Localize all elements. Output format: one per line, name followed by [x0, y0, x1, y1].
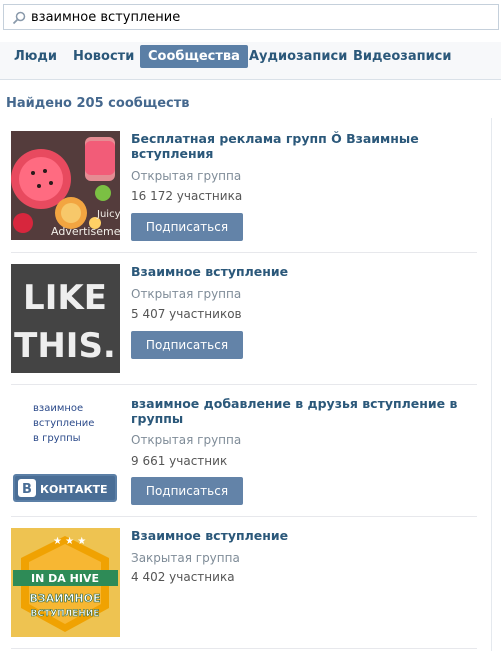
group-title[interactable]: Бесплатная реклама групп Ǒ Взаимные всту…: [131, 131, 471, 161]
group-members: 9 661 участник: [131, 454, 228, 468]
search-icon: [12, 11, 26, 25]
group-avatar[interactable]: LIKE THIS.: [11, 264, 120, 373]
vk-logo-letter: В: [22, 482, 32, 497]
thumb-text-line2: вступление: [33, 418, 94, 429]
thumb-text-vzaimnoe: ВЗАИМНОЕ: [30, 592, 101, 605]
group-type: Открытая группа: [131, 287, 242, 301]
thumb-text-like: LIKE: [23, 278, 107, 318]
group-avatar[interactable]: взаимное вступление в группы В КОНТАКТЕ: [11, 396, 120, 505]
thumb-text-advertisement: Advertisement: [51, 225, 120, 238]
list-item: взаимное вступление в группы В КОНТАКТЕ …: [11, 396, 477, 508]
scrollbar-track[interactable]: [491, 118, 492, 651]
results-count: Найдено 205 сообществ: [6, 96, 190, 111]
group-title[interactable]: Взаимное вступление: [131, 264, 471, 279]
list-item: ★ ★ ★ IN DA HIVE ВЗАИМНОЕ ВСТУПЛЕНИЕ Вза…: [11, 528, 477, 640]
subscribe-button[interactable]: Подписаться: [131, 331, 243, 359]
divider: [11, 252, 477, 253]
thumb-text-juicy: Juicy: [96, 209, 120, 220]
like-this-image: LIKE THIS.: [11, 264, 120, 373]
thumb-text-line1: взаимное: [33, 403, 83, 414]
tab-audio[interactable]: Аудиозаписи: [241, 45, 355, 68]
group-avatar[interactable]: ★ ★ ★ IN DA HIVE ВЗАИМНОЕ ВСТУПЛЕНИЕ: [11, 528, 120, 637]
thumb-text-vstuplenie: ВСТУПЛЕНИЕ: [31, 609, 100, 619]
in-da-hive-image: ★ ★ ★ IN DA HIVE ВЗАИМНОЕ ВСТУПЛЕНИЕ: [11, 528, 120, 637]
juicy-advertisement-image: Juicy Advertisement: [11, 131, 120, 240]
list-item: Juicy Advertisement Бесплатная реклама г…: [11, 131, 477, 243]
search-input[interactable]: взаимное вступление: [3, 4, 499, 30]
tab-people[interactable]: Люди: [6, 45, 65, 68]
group-avatar[interactable]: Juicy Advertisement: [11, 131, 120, 240]
group-members: 4 402 участника: [131, 570, 235, 584]
divider: [11, 384, 477, 385]
vk-logo-text: КОНТАКТЕ: [40, 483, 108, 496]
subscribe-button[interactable]: Подписаться: [131, 213, 243, 241]
vkontakte-image: взаимное вступление в группы В КОНТАКТЕ: [11, 396, 120, 505]
group-members: 5 407 участников: [131, 307, 242, 321]
group-members: 16 172 участника: [131, 189, 243, 203]
search-value: взаимное вступление: [31, 10, 181, 25]
star-icons: ★ ★ ★: [53, 536, 86, 547]
tab-communities[interactable]: Сообщества: [140, 45, 248, 68]
divider: [11, 516, 477, 517]
group-type: Закрытая группа: [131, 551, 240, 565]
group-title[interactable]: взаимное добавление в друзья вступление …: [131, 396, 471, 426]
thumb-text-line3: в группы: [33, 433, 81, 444]
subscribe-button[interactable]: Подписаться: [131, 477, 243, 505]
divider: [11, 648, 477, 649]
group-type: Открытая группа: [131, 433, 242, 447]
group-type: Открытая группа: [131, 169, 242, 183]
list-item: LIKE THIS. Взаимное вступление Открытая …: [11, 264, 477, 376]
tab-news[interactable]: Новости: [65, 45, 142, 68]
thumb-text-this: THIS.: [14, 326, 116, 366]
search-bar: взаимное вступление: [0, 0, 501, 43]
tab-video[interactable]: Видеозаписи: [345, 45, 460, 68]
thumb-text-hive: IN DA HIVE: [31, 572, 99, 585]
group-title[interactable]: Взаимное вступление: [131, 528, 471, 543]
